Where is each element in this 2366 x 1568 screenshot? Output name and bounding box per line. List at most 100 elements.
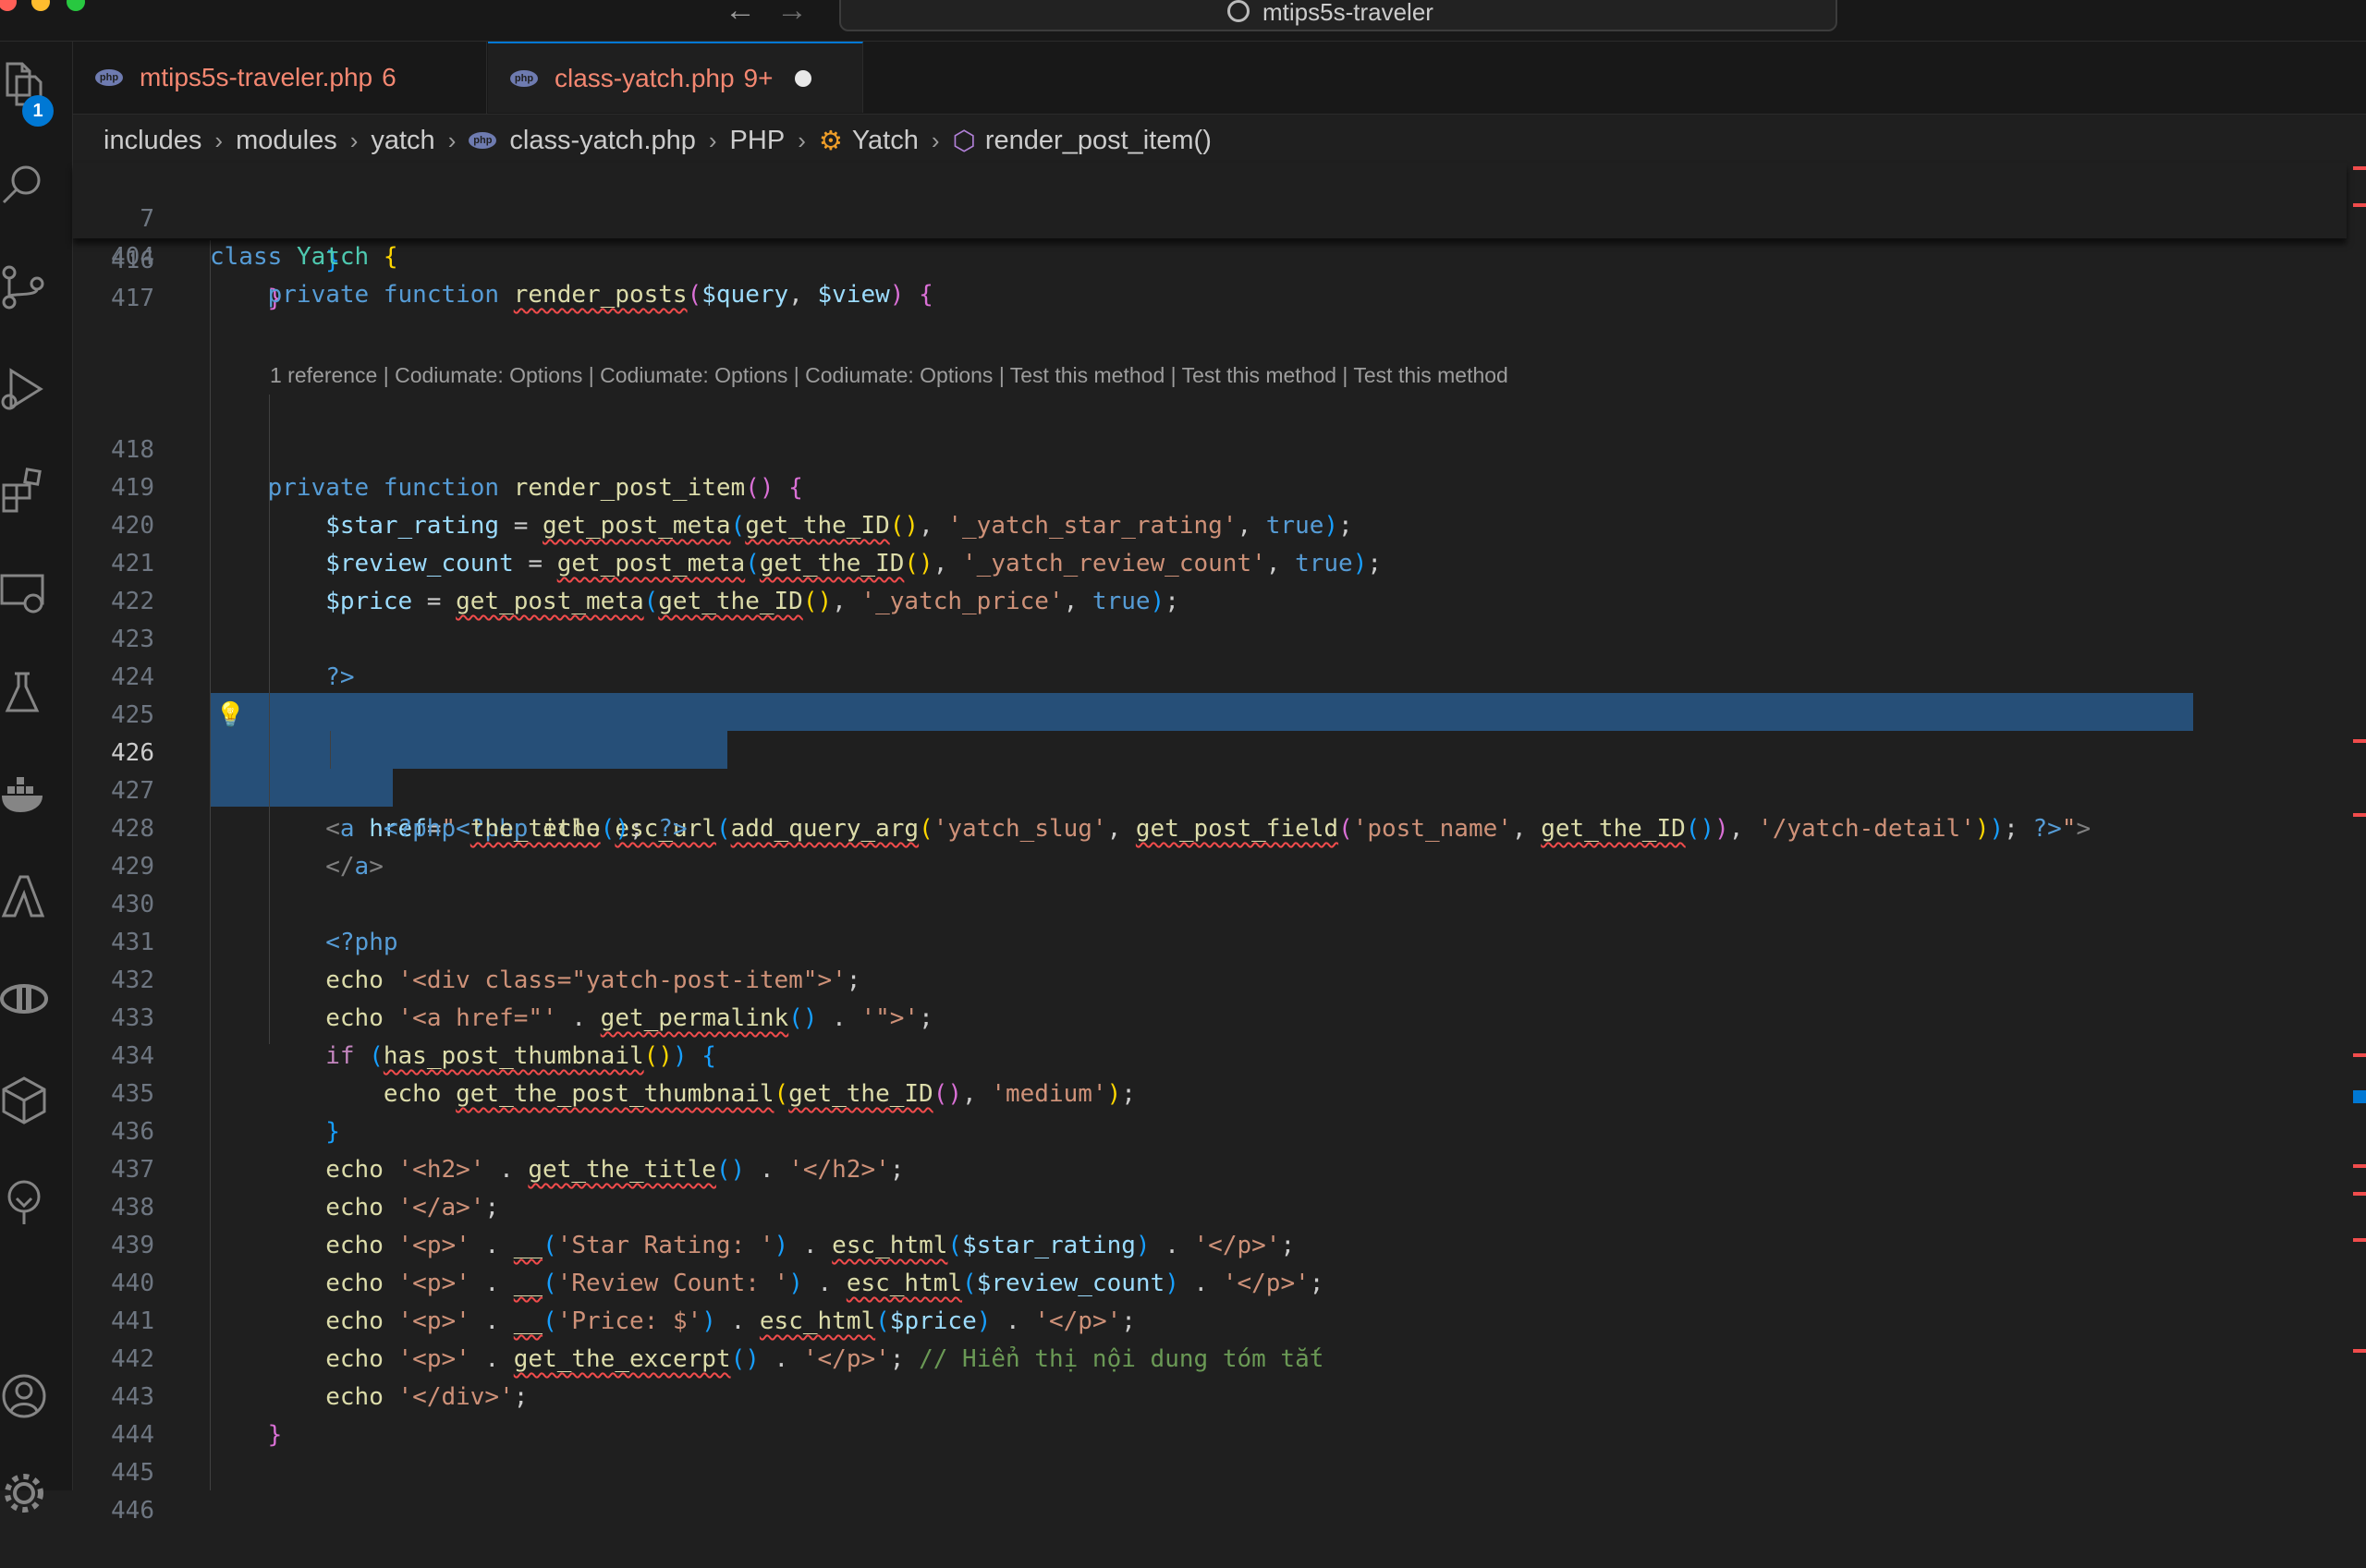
code-line[interactable]: 421 $price = get_post_meta(get_the_ID(),… <box>73 507 2347 615</box>
code-line[interactable]: 430 <?php <box>73 848 2347 956</box>
error-marker <box>2353 739 2366 743</box>
php-file-icon: php <box>510 69 538 87</box>
code-text: class Yatch { <box>210 243 398 271</box>
code-lens[interactable]: 1 reference | Codiumate: Options | Codiu… <box>270 363 1508 388</box>
code-editor[interactable]: 415 } 416 } 417 1 reference | Codiumate:… <box>73 166 2347 1525</box>
chevron-right-icon: › <box>447 126 457 154</box>
breadcrumb: includes › modules › yatch › php class-y… <box>104 122 1212 159</box>
code-text: private function render_posts($query, $v… <box>267 281 933 309</box>
code-line[interactable]: 440 echo '<p>' . __('Price: $') . esc_ht… <box>73 1227 2347 1335</box>
line-number: 446 <box>111 1497 154 1525</box>
code-line[interactable]: 424 <box>73 621 2347 691</box>
tab-problem-count: 9+ <box>743 63 774 92</box>
tree-icon[interactable] <box>0 1178 48 1226</box>
overview-ruler[interactable] <box>2348 166 2366 1490</box>
sticky-scroll[interactable]: 7 class Yatch { 404 private function ren… <box>73 163 2347 309</box>
chevron-right-icon: › <box>931 126 940 154</box>
code-line[interactable]: 422 <box>73 545 2347 615</box>
code-line[interactable]: 442 echo '</div>'; <box>73 1303 2347 1411</box>
breadcrumb-item[interactable]: class-yatch.php <box>509 126 696 156</box>
search-icon <box>1227 0 1250 22</box>
method-symbol-icon: ⬡ <box>952 126 976 156</box>
code-line[interactable]: 444 <box>73 1379 2347 1449</box>
code-line[interactable]: 433 if (has_post_thumbnail()) { <box>73 962 2347 1070</box>
lightbulb-icon[interactable]: 💡 <box>215 697 245 735</box>
forward-arrow-icon[interactable]: → <box>776 0 808 26</box>
code-line[interactable]: 441 echo '<p>' . get_the_excerpt() . '</… <box>73 1265 2347 1373</box>
minimize-window-button[interactable] <box>31 0 50 11</box>
chevron-right-icon: › <box>708 126 717 154</box>
breadcrumb-item[interactable]: render_post_item() <box>985 126 1212 156</box>
code-line[interactable]: 419 $star_rating = get_post_meta(get_the… <box>73 432 2347 540</box>
chevron-right-icon: › <box>349 126 359 154</box>
code-line[interactable]: 429 <box>73 810 2347 881</box>
breadcrumb-item[interactable]: PHP <box>730 126 786 156</box>
accounts-icon[interactable] <box>0 1372 48 1420</box>
error-marker <box>2353 203 2366 207</box>
docker-icon[interactable] <box>0 772 48 820</box>
gitlens-icon[interactable] <box>0 975 48 1023</box>
command-center-search[interactable]: mtips5s-traveler <box>839 0 1837 31</box>
codiumate-icon[interactable] <box>0 1076 48 1124</box>
breadcrumb-item[interactable]: Yatch <box>852 126 919 156</box>
code-line[interactable]: 439 echo '<p>' . __('Review Count: ') . … <box>73 1189 2347 1297</box>
error-marker <box>2353 1053 2366 1057</box>
sticky-line[interactable]: 7 class Yatch { <box>73 163 2347 271</box>
breadcrumb-item[interactable]: yatch <box>371 126 434 156</box>
error-marker <box>2353 166 2366 170</box>
code-line[interactable]: 445 <box>73 1416 2347 1487</box>
breadcrumb-item[interactable]: modules <box>236 126 337 156</box>
testing-icon[interactable] <box>0 670 48 718</box>
explorer-badge: 1 <box>22 95 54 127</box>
code-line[interactable]: 428 </a> <box>73 772 2347 881</box>
code-line[interactable]: 446 <box>73 1454 2347 1525</box>
code-line[interactable]: 438 echo '<p>' . __('Star Rating: ') . e… <box>73 1151 2347 1259</box>
extensions-icon[interactable] <box>0 467 48 515</box>
tab-mtips5s-traveler[interactable]: php mtips5s-traveler.php 6 <box>73 42 487 114</box>
breadcrumb-item[interactable]: includes <box>104 126 201 156</box>
error-marker <box>2353 1238 2366 1242</box>
close-window-button[interactable] <box>0 0 17 11</box>
code-line[interactable]: 425 <box>73 659 2347 729</box>
unsaved-dot-icon[interactable] <box>795 69 812 87</box>
code-line[interactable]: 437 echo '</a>'; <box>73 1113 2347 1222</box>
error-marker <box>2353 1349 2366 1353</box>
search-icon[interactable] <box>0 162 48 210</box>
code-line[interactable]: 418 private function render_post_item() … <box>73 394 2347 502</box>
tab-class-yatch[interactable]: php class-yatch.php 9+ <box>488 42 863 113</box>
code-line[interactable]: 436 echo '<h2>' . get_the_title() . '</h… <box>73 1076 2347 1184</box>
code-line[interactable]: 435 } <box>73 1038 2347 1146</box>
activity-bar: 1 <box>0 42 73 1513</box>
php-file-icon: php <box>469 132 497 149</box>
source-control-icon[interactable] <box>0 263 48 311</box>
chevron-right-icon: › <box>214 126 224 154</box>
zoom-window-button[interactable] <box>67 0 85 11</box>
manage-gear-icon[interactable] <box>0 1469 48 1517</box>
class-symbol-icon: ⚙ <box>818 126 843 156</box>
remote-explorer-icon[interactable] <box>0 568 48 616</box>
tab-label: mtips5s-traveler.php <box>140 63 373 91</box>
line-number: 404 <box>111 243 154 271</box>
selection-marker <box>2353 1090 2366 1103</box>
code-line[interactable]: 443 } <box>73 1341 2347 1449</box>
sticky-line[interactable]: 404 private function render_posts($query… <box>73 201 2347 309</box>
tab-label: class-yatch.php <box>555 63 735 92</box>
tab-problem-count: 6 <box>382 63 396 91</box>
code-line[interactable]: 427 <?php the_title(); ?> <box>73 735 2347 843</box>
back-arrow-icon[interactable]: ← <box>725 0 756 26</box>
code-line[interactable]: 417 <box>73 242 2347 312</box>
code-line[interactable]: 431 echo '<div class="yatch-post-item">'… <box>73 886 2347 994</box>
error-marker <box>2353 1192 2366 1196</box>
code-line[interactable]: 434 echo get_the_post_thumbnail(get_the_… <box>73 1000 2347 1108</box>
code-line[interactable]: 420 $review_count = get_post_meta(get_th… <box>73 469 2347 577</box>
code-line[interactable]: 423 ?> <box>73 583 2347 691</box>
code-line[interactable]: 432 echo '<a href="' . get_permalink() .… <box>73 924 2347 1032</box>
run-and-debug-icon[interactable] <box>0 365 48 413</box>
php-file-icon: php <box>95 69 123 86</box>
code-line-current[interactable]: 426 💡 <a href="<?php echo esc_url(add_qu… <box>73 697 2347 843</box>
azure-icon[interactable] <box>0 873 48 921</box>
error-marker <box>2353 813 2366 817</box>
editor-tabs: php mtips5s-traveler.php 6 php class-yat… <box>73 42 2366 115</box>
error-marker <box>2353 1164 2366 1168</box>
title-bar: ← → mtips5s-traveler <box>0 0 2366 42</box>
